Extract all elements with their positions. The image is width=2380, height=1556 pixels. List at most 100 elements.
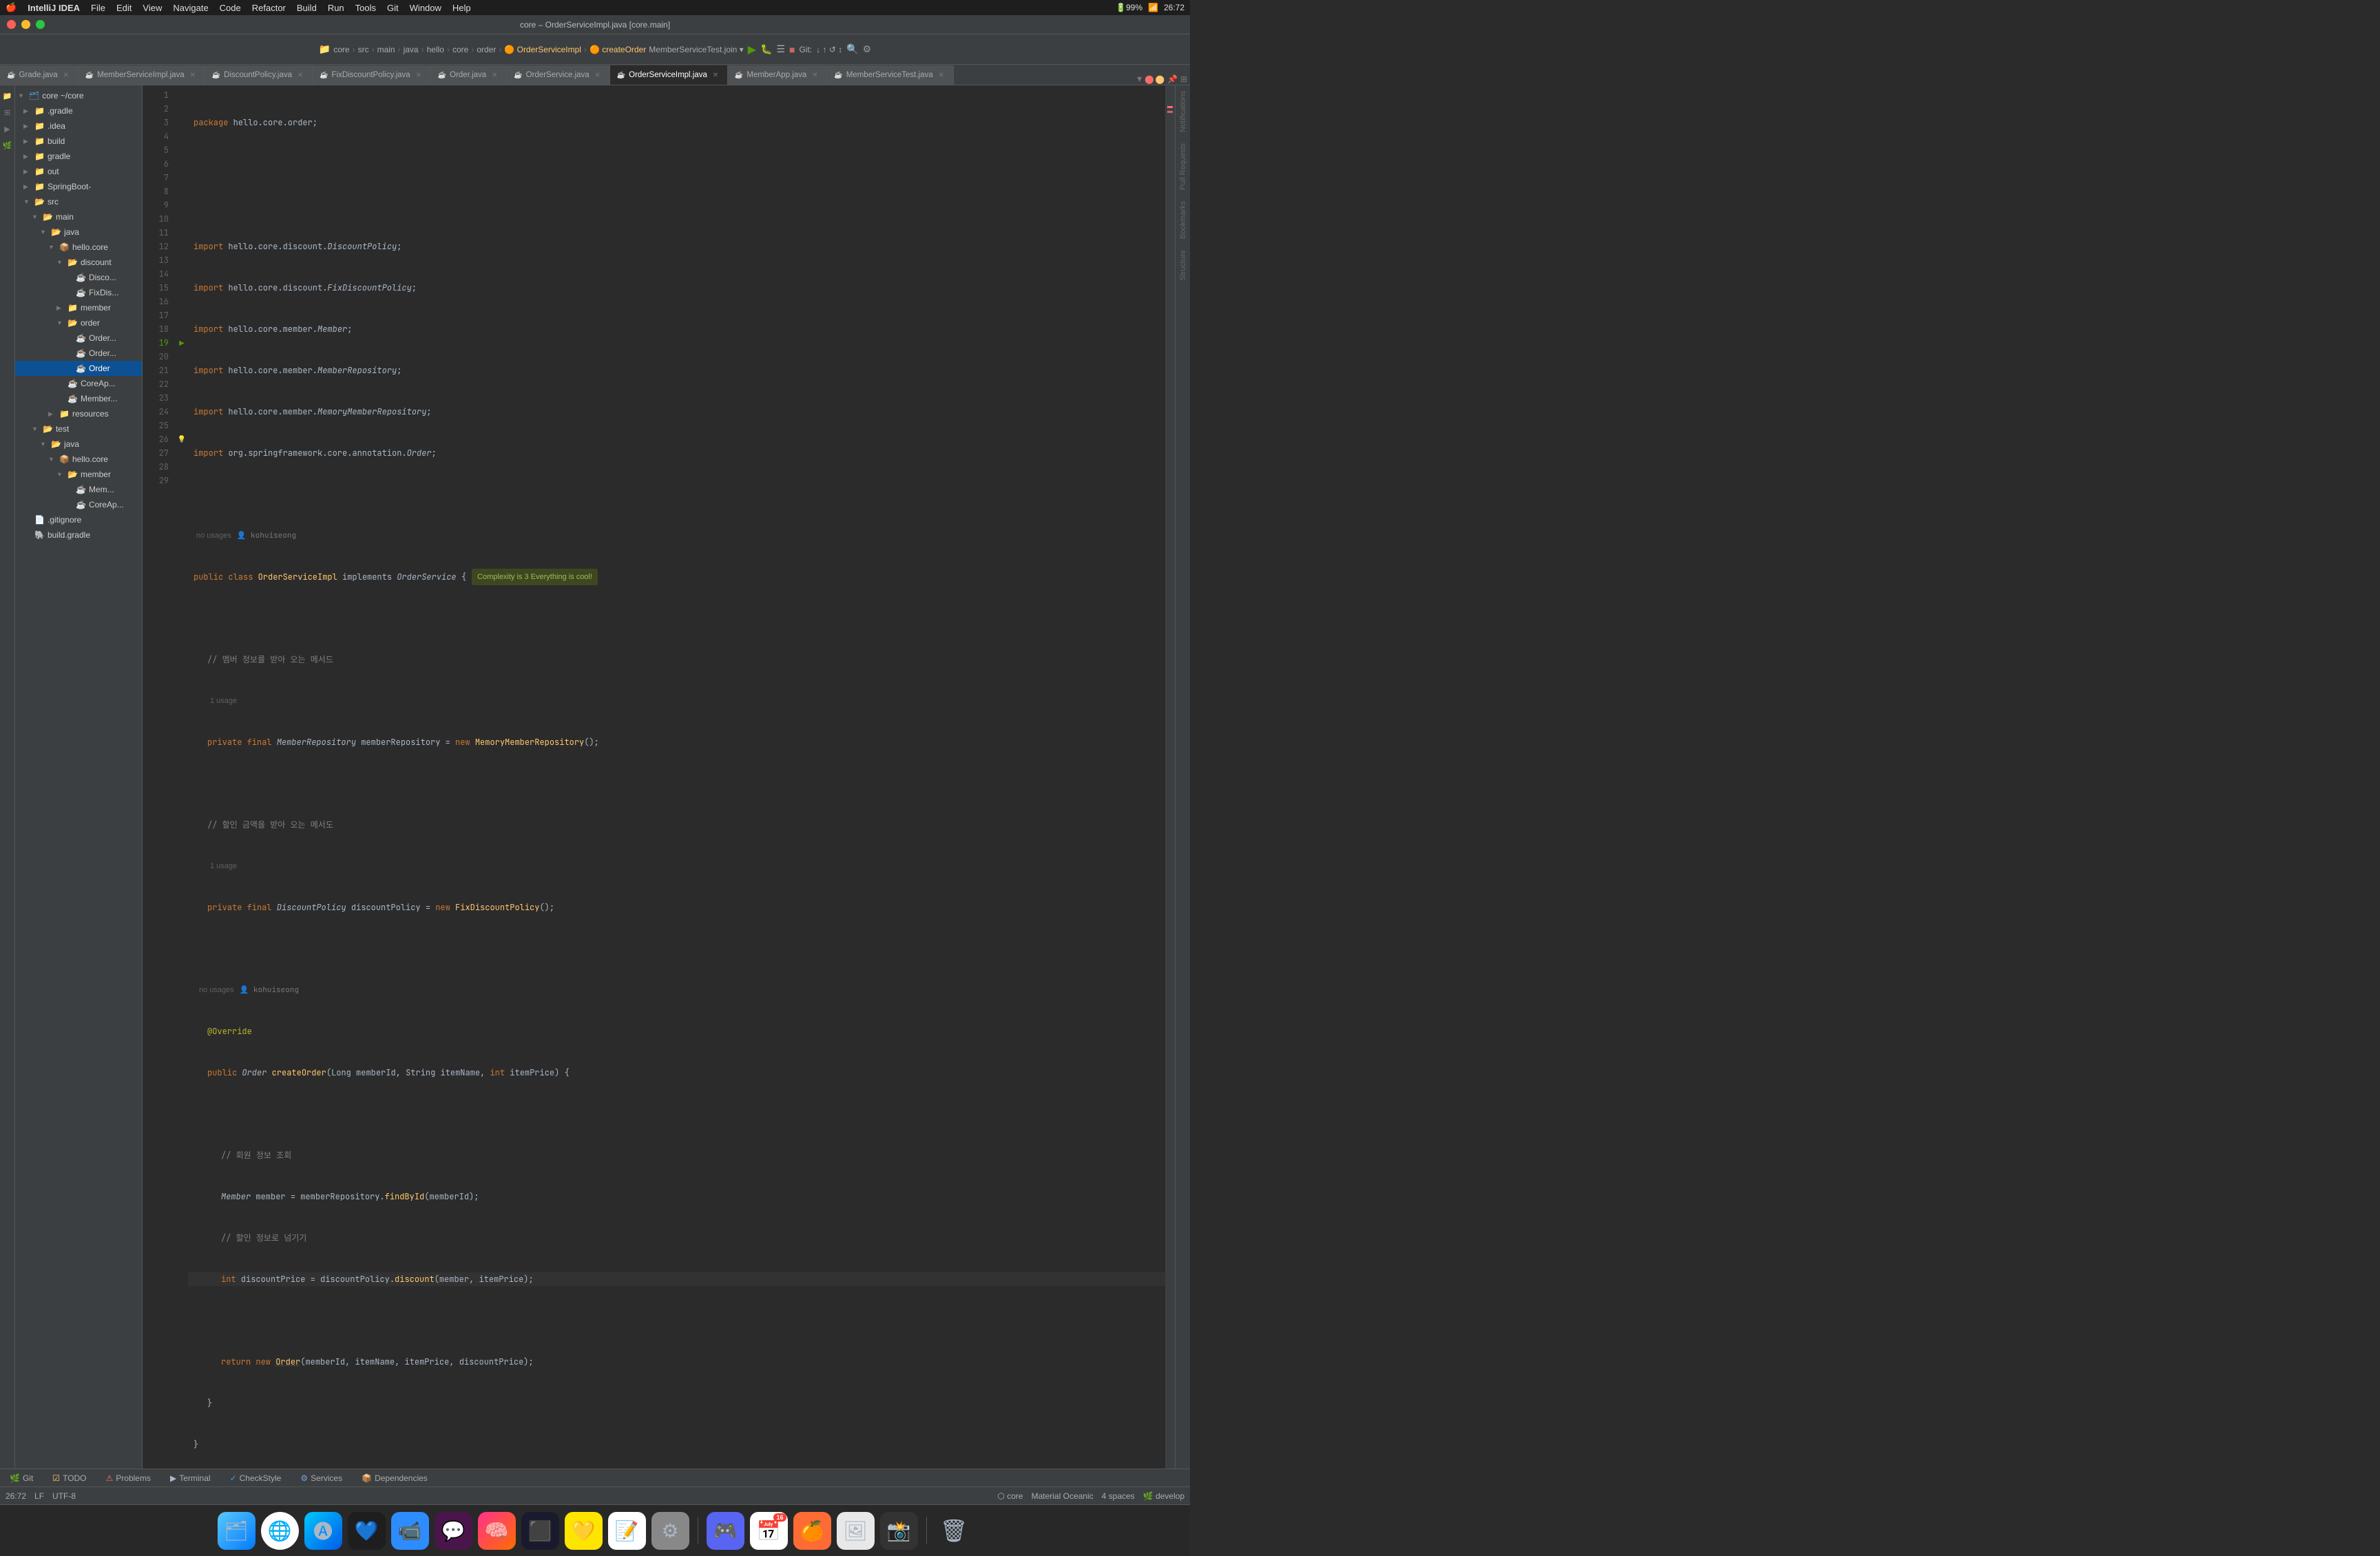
breadcrumb-class[interactable]: 🟠 OrderServiceImpl	[504, 45, 581, 54]
dock-notion[interactable]: 📝	[608, 1512, 646, 1550]
breadcrumb-src[interactable]: src	[358, 45, 369, 54]
structure-panel-btn[interactable]: Structure	[1177, 244, 1189, 286]
git-run-config[interactable]: MemberServiceTest.join ▾	[649, 45, 743, 54]
tree-item-order2[interactable]: ☕ Order...	[15, 346, 142, 361]
tree-item-springboot[interactable]: ▶ 📁 SpringBoot-	[15, 179, 142, 194]
run-tool-btn[interactable]: ▶	[1, 123, 14, 135]
refactor-menu-item[interactable]: Refactor	[252, 3, 286, 13]
tree-item-test-hello-core[interactable]: ▼ 📦 hello.core	[15, 452, 142, 467]
tab-overflow-button[interactable]: ▾	[1134, 73, 1145, 85]
git-tool-btn[interactable]: 🌿	[1, 139, 14, 151]
breadcrumb-hello[interactable]: hello	[427, 45, 444, 54]
tree-root[interactable]: ▼ 🗂 core ~/core	[15, 88, 142, 103]
services-tool-item[interactable]: ⚙ Services	[296, 1472, 346, 1484]
view-menu-item[interactable]: View	[143, 3, 162, 13]
dock-finder[interactable]: 🗂	[218, 1512, 255, 1550]
tab-close-button[interactable]: ✕	[61, 70, 71, 80]
tab-close-button[interactable]: ✕	[810, 70, 820, 80]
status-theme[interactable]: Material Oceanic	[1032, 1491, 1094, 1501]
stop-button[interactable]: ■	[789, 44, 795, 55]
tab-orderserviceimpl[interactable]: ☕ OrderServiceImpl.java ✕	[610, 65, 728, 85]
status-position[interactable]: 26:72	[6, 1491, 26, 1501]
tree-item-order[interactable]: ▼ 📂 order	[15, 315, 142, 330]
tab-order-java[interactable]: ☕ Order.java ✕	[431, 65, 508, 85]
minimize-button[interactable]	[21, 20, 30, 29]
tree-item-coreapp[interactable]: ☕ CoreAp...	[15, 376, 142, 391]
debug-button[interactable]: 🐛	[760, 43, 772, 55]
status-encoding[interactable]: UTF-8	[52, 1491, 76, 1501]
tree-item-java[interactable]: ▼ 📂 java	[15, 224, 142, 240]
dock-discord[interactable]: 🎮	[707, 1512, 744, 1550]
tools-menu-item[interactable]: Tools	[355, 3, 376, 13]
dock-kakaotalk[interactable]: 💛	[565, 1512, 603, 1550]
maximize-button[interactable]	[36, 20, 45, 29]
breadcrumb-java[interactable]: java	[404, 45, 419, 54]
tab-close-button[interactable]: ✕	[414, 70, 424, 80]
dock-terminal[interactable]: ⬛	[521, 1512, 559, 1550]
apple-menu[interactable]: 🍎	[6, 2, 17, 13]
close-button[interactable]	[7, 20, 16, 29]
help-menu-item[interactable]: Help	[452, 3, 471, 13]
bookmarks-panel-btn[interactable]: Bookmarks	[1177, 196, 1189, 244]
navigate-menu-item[interactable]: Navigate	[173, 3, 208, 13]
tree-item-gradle[interactable]: ▶ 📁 .gradle	[15, 103, 142, 118]
problems-tool-item[interactable]: ⚠ Problems	[102, 1472, 155, 1484]
git-actions[interactable]: ↓ ↑ ↺ ↕	[816, 45, 842, 54]
breadcrumb-core2[interactable]: core	[452, 45, 468, 54]
terminal-tool-item[interactable]: ▶ Terminal	[166, 1472, 215, 1484]
tree-item-discount[interactable]: ▼ 📂 discount	[15, 255, 142, 270]
pin-button[interactable]: 📌	[1167, 74, 1178, 84]
tree-item-out[interactable]: ▶ 📁 out	[15, 164, 142, 179]
dock-screenshot[interactable]: 📸	[880, 1512, 918, 1550]
tab-orderservice[interactable]: ☕ OrderService.java ✕	[507, 65, 610, 85]
tab-close-button[interactable]: ✕	[188, 70, 198, 80]
code-editor[interactable]: package hello.core.order; import hello.c…	[188, 85, 1165, 1469]
checkstyle-tool-item[interactable]: ✓ CheckStyle	[226, 1472, 286, 1484]
tab-close-button[interactable]: ✕	[711, 70, 720, 80]
bulb-gutter-icon[interactable]: 💡	[176, 432, 188, 446]
code-menu-item[interactable]: Code	[220, 3, 241, 13]
tree-item-test-member[interactable]: ▼ 📂 member	[15, 467, 142, 482]
tree-item-src[interactable]: ▼ 📂 src	[15, 194, 142, 209]
tree-item-build-gradle[interactable]: 🐘 build.gradle	[15, 527, 142, 543]
tree-item-memberservice[interactable]: ☕ Member...	[15, 391, 142, 406]
pull-requests-panel-btn[interactable]: Pull Requests	[1177, 138, 1189, 196]
git-tool-item[interactable]: 🌿 Git	[6, 1472, 37, 1484]
tree-item-order-selected[interactable]: ☕ Order	[15, 361, 142, 376]
tree-item-member[interactable]: ▶ 📁 member	[15, 300, 142, 315]
git-menu-item[interactable]: Git	[387, 3, 399, 13]
tab-memberservicetest[interactable]: ☕ MemberServiceTest.java ✕	[827, 65, 953, 85]
run-gutter-icon[interactable]: ▶	[176, 336, 188, 350]
dock-vscode[interactable]: 💙	[348, 1512, 386, 1550]
tree-item-gradle2[interactable]: ▶ 📁 gradle	[15, 149, 142, 164]
dock-sysprefs[interactable]: ⚙	[651, 1512, 689, 1550]
tree-item-order1[interactable]: ☕ Order...	[15, 330, 142, 346]
tab-memberserviceimpl[interactable]: ☕ MemberServiceImpl.java ✕	[79, 65, 205, 85]
file-menu-item[interactable]: File	[91, 3, 105, 13]
tree-item-fixdis[interactable]: ☕ FixDis...	[15, 285, 142, 300]
dock-chrome[interactable]: 🌐	[261, 1512, 299, 1550]
run-menu-item[interactable]: Run	[328, 3, 344, 13]
build-menu-item[interactable]: Build	[297, 3, 317, 13]
status-module[interactable]: ⬡ core	[997, 1491, 1023, 1501]
run-coverage-button[interactable]: ☰	[776, 43, 785, 55]
tree-item-test-java[interactable]: ▼ 📂 java	[15, 437, 142, 452]
dock-preview[interactable]: 🖼	[837, 1512, 875, 1550]
dock-app2[interactable]: 🍊	[793, 1512, 831, 1550]
tab-close-button[interactable]: ✕	[295, 70, 305, 80]
dock-calendar[interactable]: 📅 16	[750, 1512, 788, 1550]
tab-close-button[interactable]: ✕	[490, 70, 499, 80]
project-tool-btn[interactable]: 📁	[1, 90, 14, 102]
status-indent[interactable]: 4 spaces	[1102, 1491, 1135, 1501]
tree-item-test[interactable]: ▼ 📂 test	[15, 421, 142, 437]
tree-item-main[interactable]: ▼ 📂 main	[15, 209, 142, 224]
split-button[interactable]: ⊞	[1180, 74, 1187, 84]
search-button[interactable]: 🔍	[846, 43, 858, 55]
todo-tool-item[interactable]: ☑ TODO	[48, 1472, 90, 1484]
breadcrumb-order[interactable]: order	[477, 45, 496, 54]
dock-slack[interactable]: 💬	[435, 1512, 472, 1550]
status-branch[interactable]: 🌿 develop	[1143, 1491, 1184, 1501]
tab-close-button[interactable]: ✕	[937, 70, 946, 80]
settings-button[interactable]: ⚙	[863, 43, 872, 55]
deps-tool-item[interactable]: 📦 Dependencies	[357, 1472, 432, 1484]
